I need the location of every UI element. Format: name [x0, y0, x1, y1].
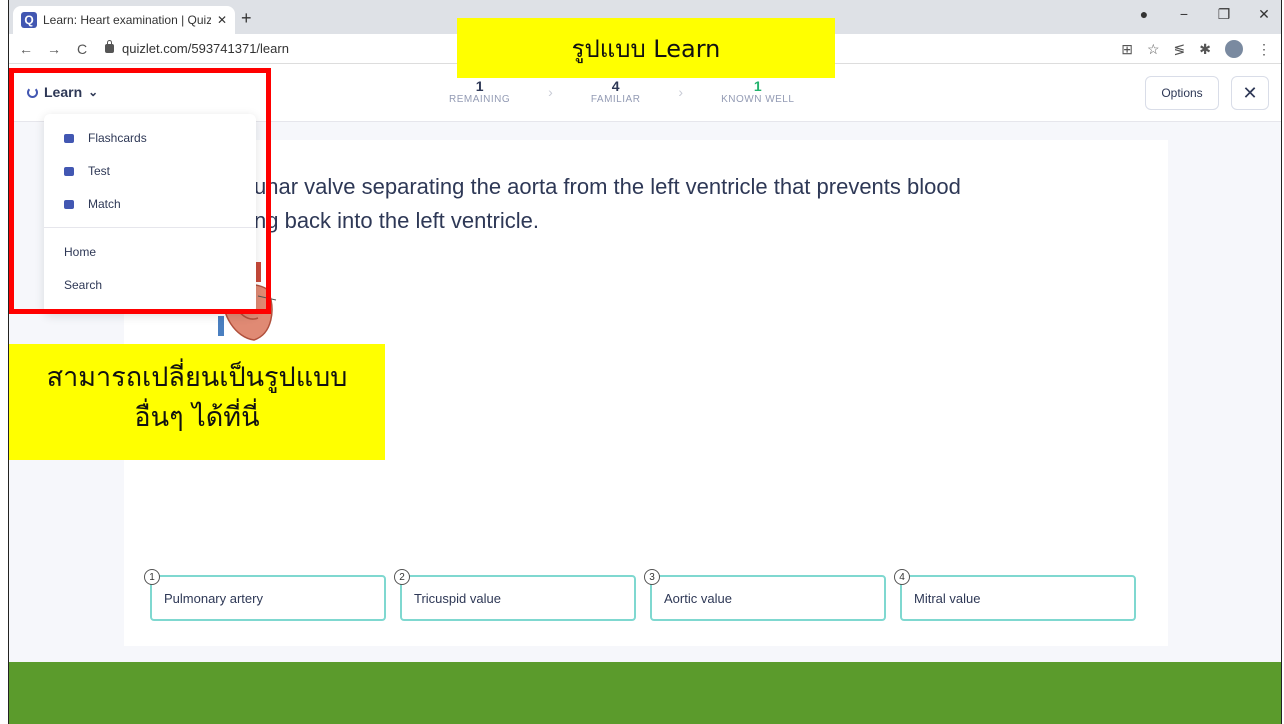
progress-tracker: 1 REMAINING › 4 FAMILIAR › 1 KNOWN WELL	[449, 78, 794, 105]
answer-option[interactable]: 1 Pulmonary artery	[144, 569, 386, 621]
progress-label: FAMILIAR	[590, 94, 641, 105]
reload-button[interactable]: C	[71, 41, 93, 57]
answer-option[interactable]: 4 Mitral value	[894, 569, 1136, 621]
back-button[interactable]: ←	[15, 41, 37, 57]
progress-familiar: 4 FAMILIAR	[591, 78, 641, 105]
quizlet-favicon-icon: Q	[21, 12, 37, 28]
progress-count: 1	[475, 78, 484, 94]
options-button[interactable]: Options	[1145, 76, 1219, 110]
translate-icon[interactable]: ⊞	[1121, 41, 1133, 58]
extension-icon[interactable]: ≶	[1174, 41, 1186, 58]
browser-tab[interactable]: Q Learn: Heart examination | Quizle ✕	[13, 6, 235, 34]
menu-kebab-icon[interactable]: ⋮	[1257, 41, 1271, 58]
progress-count: 4	[611, 78, 620, 94]
annotation-label-left: สามารถเปลี่ยนเป็นรูปแบบ อื่นๆ ได้ที่นี่	[9, 344, 385, 460]
answer-text: Aortic value	[664, 590, 732, 606]
progress-label: KNOWN WELL	[721, 94, 795, 105]
answer-choices: 1 Pulmonary artery 2 Tricuspid value 3 A…	[144, 569, 1136, 621]
answer-number-badge: 4	[894, 569, 910, 585]
answer-text: Mitral value	[914, 590, 981, 606]
annotation-label-top: รูปแบบ Learn	[457, 18, 835, 78]
maximize-button[interactable]: ❐	[1215, 6, 1233, 23]
progress-count: 1	[753, 78, 762, 94]
url-text: quizlet.com/593741371/learn	[122, 41, 289, 56]
forward-button[interactable]: →	[43, 41, 65, 57]
puzzle-icon[interactable]: ✱	[1199, 41, 1211, 58]
question-line: unar valve separating the aorta from the…	[254, 174, 961, 199]
answer-option[interactable]: 3 Aortic value	[644, 569, 886, 621]
heart-vessel-shape	[218, 316, 224, 336]
tab-title: Learn: Heart examination | Quizle	[43, 13, 211, 27]
question-line: ng back into the left ventricle.	[254, 208, 539, 233]
window-close-button[interactable]: ✕	[1255, 6, 1273, 23]
new-tab-button[interactable]: +	[241, 8, 252, 29]
close-learn-button[interactable]: ✕	[1231, 76, 1269, 110]
annotation-line: สามารถเปลี่ยนเป็นรูปแบบ	[46, 362, 348, 393]
lock-icon	[105, 40, 114, 53]
progress-label: REMAINING	[449, 94, 511, 105]
answer-text: Pulmonary artery	[164, 590, 263, 606]
progress-known-well: 1 KNOWN WELL	[721, 78, 794, 105]
answer-number-badge: 3	[644, 569, 660, 585]
url-field[interactable]: quizlet.com/593741371/learn	[105, 40, 289, 56]
answer-option[interactable]: 2 Tricuspid value	[394, 569, 636, 621]
extension-icons: ⊞ ☆ ≶ ✱ ⋮	[1121, 40, 1271, 58]
progress-remaining: 1 REMAINING	[449, 78, 510, 105]
question-text: unar valve separating the aorta from the…	[254, 170, 1134, 238]
window-controls: ● − ❐ ✕	[1135, 6, 1273, 23]
answer-text: Tricuspid value	[414, 590, 501, 606]
profile-dot-icon[interactable]: ●	[1135, 6, 1153, 23]
avatar[interactable]	[1225, 40, 1243, 58]
slide-frame: Q Learn: Heart examination | Quizle ✕ + …	[8, 0, 1282, 724]
slide-footer-bar	[9, 662, 1281, 724]
answer-number-badge: 2	[394, 569, 410, 585]
chevron-right-icon: ›	[678, 84, 684, 100]
answer-number-badge: 1	[144, 569, 160, 585]
tab-close-icon[interactable]: ✕	[217, 13, 227, 27]
annotation-line: อื่นๆ ได้ที่นี่	[134, 402, 260, 433]
chevron-right-icon: ›	[548, 84, 553, 100]
bookmark-star-icon[interactable]: ☆	[1147, 41, 1160, 58]
minimize-button[interactable]: −	[1175, 6, 1193, 23]
highlight-annotation-box	[9, 68, 271, 314]
